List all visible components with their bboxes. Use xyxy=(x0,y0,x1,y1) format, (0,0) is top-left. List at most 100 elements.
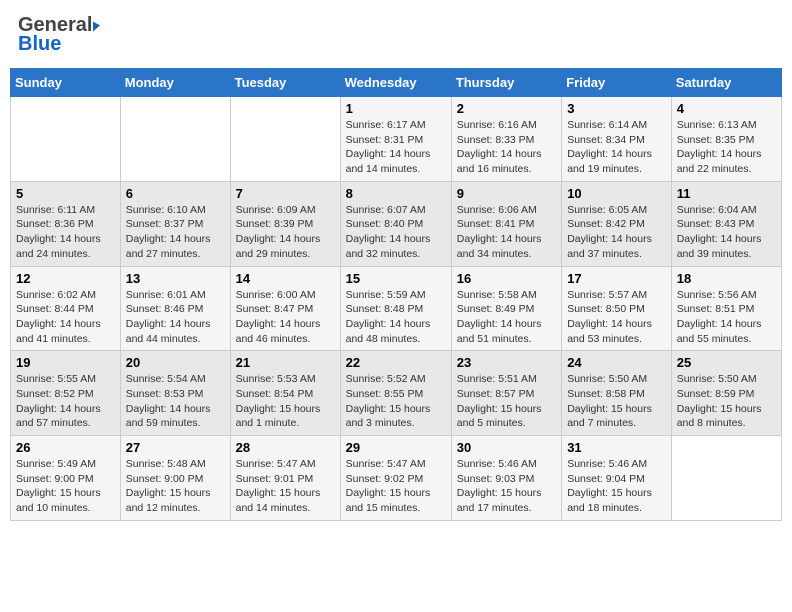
day-info: Sunrise: 6:11 AM Sunset: 8:36 PM Dayligh… xyxy=(16,203,115,262)
day-info: Sunrise: 5:47 AM Sunset: 9:01 PM Dayligh… xyxy=(236,457,335,516)
day-number: 17 xyxy=(567,271,666,286)
calendar-day-16: 16Sunrise: 5:58 AM Sunset: 8:49 PM Dayli… xyxy=(451,266,561,351)
calendar-day-1: 1 Sunrise: 6:17 AM Sunset: 8:31 PM Daylig… xyxy=(340,97,451,182)
day-number: 19 xyxy=(16,355,115,370)
calendar-day-24: 24 Sunrise: 5:50 AM Sunset: 8:58 PM Dayli… xyxy=(562,351,672,436)
calendar-day-5: 5Sunrise: 6:11 AM Sunset: 8:36 PM Daylig… xyxy=(11,181,121,266)
day-info: Sunrise: 5:47 AM Sunset: 9:02 PM Dayligh… xyxy=(346,457,446,516)
calendar-day-2: 2 Sunrise: 6:16 AM Sunset: 8:33 PM Daylig… xyxy=(451,97,561,182)
calendar-table: SundayMondayTuesdayWednesdayThursdayFrid… xyxy=(10,68,782,521)
calendar-week-row: 19 Sunrise: 5:55 AM Sunset: 8:52 PM Dayli… xyxy=(11,351,782,436)
day-number: 29 xyxy=(346,440,446,455)
day-info: Sunrise: 5:55 AM Sunset: 8:52 PM Dayligh… xyxy=(16,372,115,431)
logo-triangle-icon xyxy=(93,20,100,31)
calendar-day-15: 15 Sunrise: 5:59 AM Sunset: 8:48 PM Dayli… xyxy=(340,266,451,351)
header-wednesday: Wednesday xyxy=(340,69,451,97)
day-number: 20 xyxy=(126,355,225,370)
day-info: Sunrise: 6:13 AM Sunset: 8:35 PM Dayligh… xyxy=(677,118,776,177)
day-info: Sunrise: 5:53 AM Sunset: 8:54 PM Dayligh… xyxy=(236,372,335,431)
day-info: Sunrise: 5:59 AM Sunset: 8:48 PM Dayligh… xyxy=(346,288,446,347)
calendar-day-21: 21Sunrise: 5:53 AM Sunset: 8:54 PM Dayli… xyxy=(230,351,340,436)
calendar-empty-cell xyxy=(120,97,230,182)
calendar-day-23: 23 Sunrise: 5:51 AM Sunset: 8:57 PM Dayli… xyxy=(451,351,561,436)
day-number: 28 xyxy=(236,440,335,455)
day-info: Sunrise: 6:14 AM Sunset: 8:34 PM Dayligh… xyxy=(567,118,666,177)
calendar-day-27: 27 Sunrise: 5:48 AM Sunset: 9:00 PM Dayli… xyxy=(120,436,230,521)
day-number: 30 xyxy=(457,440,556,455)
calendar-week-row: 5Sunrise: 6:11 AM Sunset: 8:36 PM Daylig… xyxy=(11,181,782,266)
day-number: 26 xyxy=(16,440,115,455)
day-info: Sunrise: 6:06 AM Sunset: 8:41 PM Dayligh… xyxy=(457,203,556,262)
day-info: Sunrise: 5:52 AM Sunset: 8:55 PM Dayligh… xyxy=(346,372,446,431)
calendar-day-29: 29 Sunrise: 5:47 AM Sunset: 9:02 PM Dayli… xyxy=(340,436,451,521)
day-number: 7 xyxy=(236,186,335,201)
calendar-day-30: 30Sunrise: 5:46 AM Sunset: 9:03 PM Dayli… xyxy=(451,436,561,521)
day-info: Sunrise: 5:50 AM Sunset: 8:58 PM Dayligh… xyxy=(567,372,666,431)
day-number: 15 xyxy=(346,271,446,286)
calendar-day-13: 13 Sunrise: 6:01 AM Sunset: 8:46 PM Dayli… xyxy=(120,266,230,351)
calendar-day-28: 28 Sunrise: 5:47 AM Sunset: 9:01 PM Dayli… xyxy=(230,436,340,521)
calendar-week-row: 12Sunrise: 6:02 AM Sunset: 8:44 PM Dayli… xyxy=(11,266,782,351)
day-info: Sunrise: 5:46 AM Sunset: 9:04 PM Dayligh… xyxy=(567,457,666,516)
day-number: 3 xyxy=(567,101,666,116)
calendar-day-3: 3 Sunrise: 6:14 AM Sunset: 8:34 PM Daylig… xyxy=(562,97,672,182)
day-info: Sunrise: 6:17 AM Sunset: 8:31 PM Dayligh… xyxy=(346,118,446,177)
calendar-empty-cell xyxy=(230,97,340,182)
calendar-day-6: 6Sunrise: 6:10 AM Sunset: 8:37 PM Daylig… xyxy=(120,181,230,266)
day-info: Sunrise: 6:02 AM Sunset: 8:44 PM Dayligh… xyxy=(16,288,115,347)
calendar-day-22: 22 Sunrise: 5:52 AM Sunset: 8:55 PM Dayli… xyxy=(340,351,451,436)
day-info: Sunrise: 6:16 AM Sunset: 8:33 PM Dayligh… xyxy=(457,118,556,177)
day-number: 27 xyxy=(126,440,225,455)
day-number: 18 xyxy=(677,271,776,286)
day-number: 9 xyxy=(457,186,556,201)
day-info: Sunrise: 5:50 AM Sunset: 8:59 PM Dayligh… xyxy=(677,372,776,431)
logo: General Blue xyxy=(18,14,101,56)
calendar-day-14: 14 Sunrise: 6:00 AM Sunset: 8:47 PM Dayli… xyxy=(230,266,340,351)
calendar-day-26: 26 Sunrise: 5:49 AM Sunset: 9:00 PM Dayli… xyxy=(11,436,121,521)
calendar-day-20: 20 Sunrise: 5:54 AM Sunset: 8:53 PM Dayli… xyxy=(120,351,230,436)
calendar-day-9: 9 Sunrise: 6:06 AM Sunset: 8:41 PM Daylig… xyxy=(451,181,561,266)
header-thursday: Thursday xyxy=(451,69,561,97)
day-number: 2 xyxy=(457,101,556,116)
day-info: Sunrise: 5:51 AM Sunset: 8:57 PM Dayligh… xyxy=(457,372,556,431)
header-friday: Friday xyxy=(562,69,672,97)
day-number: 16 xyxy=(457,271,556,286)
day-number: 13 xyxy=(126,271,225,286)
day-info: Sunrise: 6:09 AM Sunset: 8:39 PM Dayligh… xyxy=(236,203,335,262)
day-number: 14 xyxy=(236,271,335,286)
calendar-week-row: 26 Sunrise: 5:49 AM Sunset: 9:00 PM Dayli… xyxy=(11,436,782,521)
calendar-empty-cell xyxy=(11,97,121,182)
header-saturday: Saturday xyxy=(671,69,781,97)
header-tuesday: Tuesday xyxy=(230,69,340,97)
day-number: 8 xyxy=(346,186,446,201)
calendar-day-7: 7 Sunrise: 6:09 AM Sunset: 8:39 PM Daylig… xyxy=(230,181,340,266)
logo-text-blue: Blue xyxy=(18,33,61,56)
day-info: Sunrise: 5:54 AM Sunset: 8:53 PM Dayligh… xyxy=(126,372,225,431)
header-sunday: Sunday xyxy=(11,69,121,97)
day-number: 1 xyxy=(346,101,446,116)
day-number: 11 xyxy=(677,186,776,201)
day-info: Sunrise: 6:01 AM Sunset: 8:46 PM Dayligh… xyxy=(126,288,225,347)
day-info: Sunrise: 6:00 AM Sunset: 8:47 PM Dayligh… xyxy=(236,288,335,347)
calendar-header-row: SundayMondayTuesdayWednesdayThursdayFrid… xyxy=(11,69,782,97)
day-info: Sunrise: 5:49 AM Sunset: 9:00 PM Dayligh… xyxy=(16,457,115,516)
calendar-day-18: 18Sunrise: 5:56 AM Sunset: 8:51 PM Dayli… xyxy=(671,266,781,351)
day-info: Sunrise: 6:04 AM Sunset: 8:43 PM Dayligh… xyxy=(677,203,776,262)
day-number: 10 xyxy=(567,186,666,201)
calendar-day-4: 4 Sunrise: 6:13 AM Sunset: 8:35 PM Daylig… xyxy=(671,97,781,182)
day-info: Sunrise: 6:07 AM Sunset: 8:40 PM Dayligh… xyxy=(346,203,446,262)
day-number: 24 xyxy=(567,355,666,370)
day-info: Sunrise: 6:05 AM Sunset: 8:42 PM Dayligh… xyxy=(567,203,666,262)
day-info: Sunrise: 5:48 AM Sunset: 9:00 PM Dayligh… xyxy=(126,457,225,516)
page-header: General Blue xyxy=(10,10,782,60)
header-monday: Monday xyxy=(120,69,230,97)
calendar-day-11: 11 Sunrise: 6:04 AM Sunset: 8:43 PM Dayli… xyxy=(671,181,781,266)
calendar-day-31: 31 Sunrise: 5:46 AM Sunset: 9:04 PM Dayli… xyxy=(562,436,672,521)
day-number: 23 xyxy=(457,355,556,370)
calendar-week-row: 1 Sunrise: 6:17 AM Sunset: 8:31 PM Daylig… xyxy=(11,97,782,182)
day-number: 31 xyxy=(567,440,666,455)
calendar-day-10: 10 Sunrise: 6:05 AM Sunset: 8:42 PM Dayli… xyxy=(562,181,672,266)
day-number: 22 xyxy=(346,355,446,370)
calendar-day-12: 12Sunrise: 6:02 AM Sunset: 8:44 PM Dayli… xyxy=(11,266,121,351)
day-number: 4 xyxy=(677,101,776,116)
